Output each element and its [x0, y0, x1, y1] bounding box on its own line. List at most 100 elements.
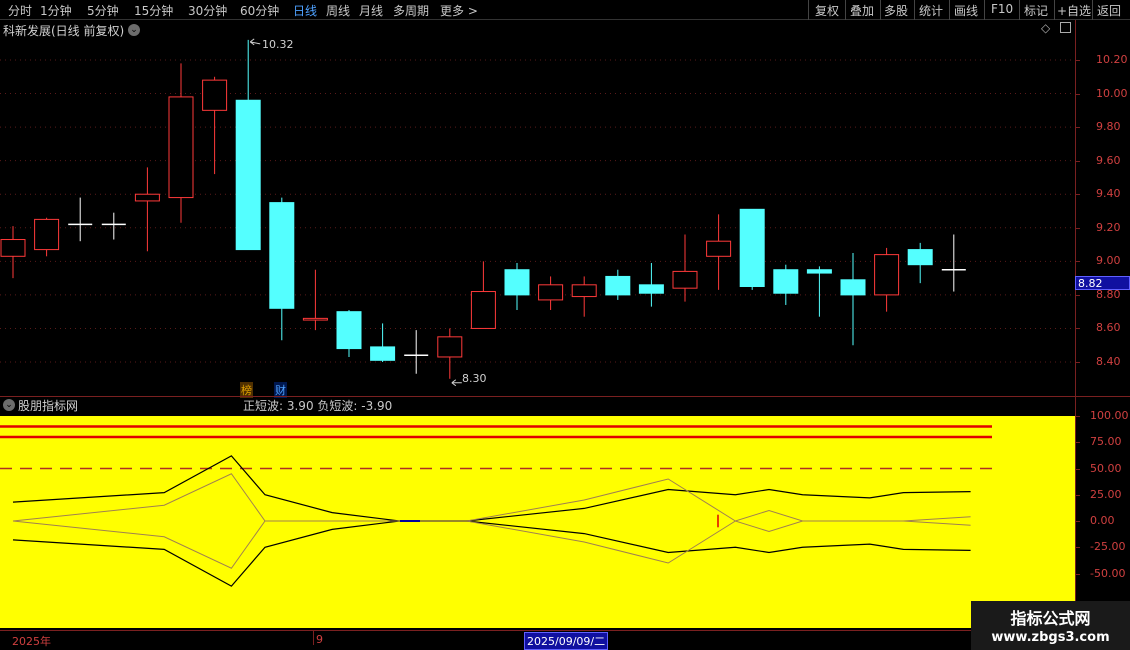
f10-button[interactable]: F10 [991, 2, 1013, 16]
candle-body [907, 249, 933, 266]
price-tick [1075, 127, 1080, 129]
candle[interactable] [269, 197, 295, 341]
candle-body [168, 96, 194, 199]
indicator-chart [0, 416, 1075, 628]
toolbar-divider [949, 0, 950, 20]
tab-multi-period[interactable]: 多周期 [393, 2, 429, 19]
candle-body [470, 291, 496, 329]
top-toolbar: 分时 1分钟 5分钟 15分钟 30分钟 60分钟 日线 周线 月线 多周期 更… [0, 0, 1130, 20]
tab-daily[interactable]: 日线 [293, 2, 317, 19]
indicator-tick-label: 0.00 [1090, 514, 1115, 527]
candle[interactable] [538, 276, 564, 310]
low-arrow-icon [451, 379, 462, 387]
candle-body [638, 284, 664, 294]
price-tick [1075, 294, 1080, 296]
candle[interactable] [134, 167, 160, 252]
panel-toggle-icon[interactable] [1060, 22, 1071, 33]
back-button[interactable]: 返回 [1097, 2, 1121, 19]
candle[interactable] [302, 269, 328, 331]
candle[interactable] [437, 328, 463, 379]
candle-body [235, 99, 261, 251]
candle[interactable] [706, 214, 732, 290]
mark-button[interactable]: 标记 [1024, 2, 1048, 19]
tab-30min[interactable]: 30分钟 [188, 2, 227, 19]
indicator-readout: 正短波: 3.90 负短波: -3.90 [243, 399, 393, 413]
candle-body [739, 208, 765, 287]
candle[interactable] [605, 269, 631, 300]
price-tick [1075, 60, 1080, 61]
multi-stock-button[interactable]: 多股 [884, 2, 908, 19]
candle[interactable] [638, 263, 664, 307]
price-tick-label: 9.00 [1096, 254, 1121, 268]
candle[interactable] [235, 39, 261, 251]
year-label: 2025年 [12, 635, 51, 648]
candle[interactable] [907, 242, 933, 284]
tab-fenshi[interactable]: 分时 [8, 2, 32, 19]
price-tick [1075, 328, 1080, 330]
watermark-title: 指标公式网 [1010, 609, 1091, 628]
indicator-tick [1075, 494, 1080, 496]
draw-line-button[interactable]: 画线 [954, 2, 978, 19]
candle-body [504, 269, 530, 296]
candle[interactable] [941, 234, 966, 292]
stats-button[interactable]: 统计 [919, 2, 943, 19]
candle[interactable] [370, 323, 396, 362]
candle[interactable] [773, 264, 799, 305]
toolbar-divider [808, 0, 809, 20]
price-tick [1075, 160, 1080, 162]
candle[interactable] [739, 208, 765, 290]
tab-5min[interactable]: 5分钟 [87, 2, 119, 19]
tab-1min[interactable]: 1分钟 [40, 2, 72, 19]
candle[interactable] [404, 330, 429, 374]
candle-body [0, 239, 26, 257]
toolbar-divider [880, 0, 881, 20]
candle-body [437, 336, 463, 358]
price-tick [1075, 362, 1080, 363]
candle-body [571, 284, 597, 298]
toolbar-divider [1092, 0, 1093, 20]
candle-body [605, 275, 631, 296]
tab-15min[interactable]: 15分钟 [134, 2, 173, 19]
candle[interactable] [470, 261, 496, 329]
candle[interactable] [202, 76, 228, 175]
candle[interactable] [672, 234, 698, 302]
axis-divider [1075, 20, 1076, 630]
candle[interactable] [34, 217, 60, 257]
candle[interactable] [68, 197, 93, 242]
candle[interactable] [504, 263, 530, 310]
price-tick-label: 9.60 [1096, 153, 1121, 167]
diamond-icon[interactable]: ◇ [1041, 21, 1050, 35]
tab-weekly[interactable]: 周线 [326, 2, 350, 19]
cursor-date-label: 2025/09/09/二 [524, 632, 609, 650]
tab-60min[interactable]: 60分钟 [240, 2, 279, 19]
candle-body [34, 218, 60, 251]
candle[interactable] [874, 247, 900, 312]
candle[interactable] [101, 212, 126, 240]
indicator-tick [1075, 416, 1080, 417]
candle[interactable] [168, 63, 194, 223]
candle-body [672, 270, 698, 289]
price-tick-label: 8.60 [1096, 321, 1121, 335]
candle[interactable] [571, 276, 597, 317]
candle-body [840, 279, 866, 296]
candle[interactable] [806, 266, 832, 317]
chevron-down-icon[interactable]: ⌄ [128, 24, 140, 36]
toolbar-divider [914, 0, 915, 20]
overlay-button[interactable]: 叠加 [850, 2, 874, 19]
add-watchlist-button[interactable]: +自选 [1057, 2, 1091, 19]
fuquan-button[interactable]: 复权 [815, 2, 839, 19]
candle-body [134, 193, 160, 202]
tab-more[interactable]: 更多 > [440, 2, 478, 19]
price-tick [1075, 227, 1080, 229]
tab-monthly[interactable]: 月线 [359, 2, 383, 19]
month-label: 9 [316, 633, 323, 646]
indicator-title: 股朋指标网 [18, 399, 79, 413]
price-tick [1075, 93, 1080, 95]
candle-body [202, 79, 228, 111]
price-tick-label: 9.80 [1096, 120, 1121, 134]
candle[interactable] [840, 252, 866, 346]
candle[interactable] [336, 309, 362, 357]
chevron-down-icon[interactable]: ⌄ [3, 399, 15, 411]
candle[interactable] [0, 226, 26, 279]
indicator-tick-label: -50.00 [1090, 566, 1126, 580]
